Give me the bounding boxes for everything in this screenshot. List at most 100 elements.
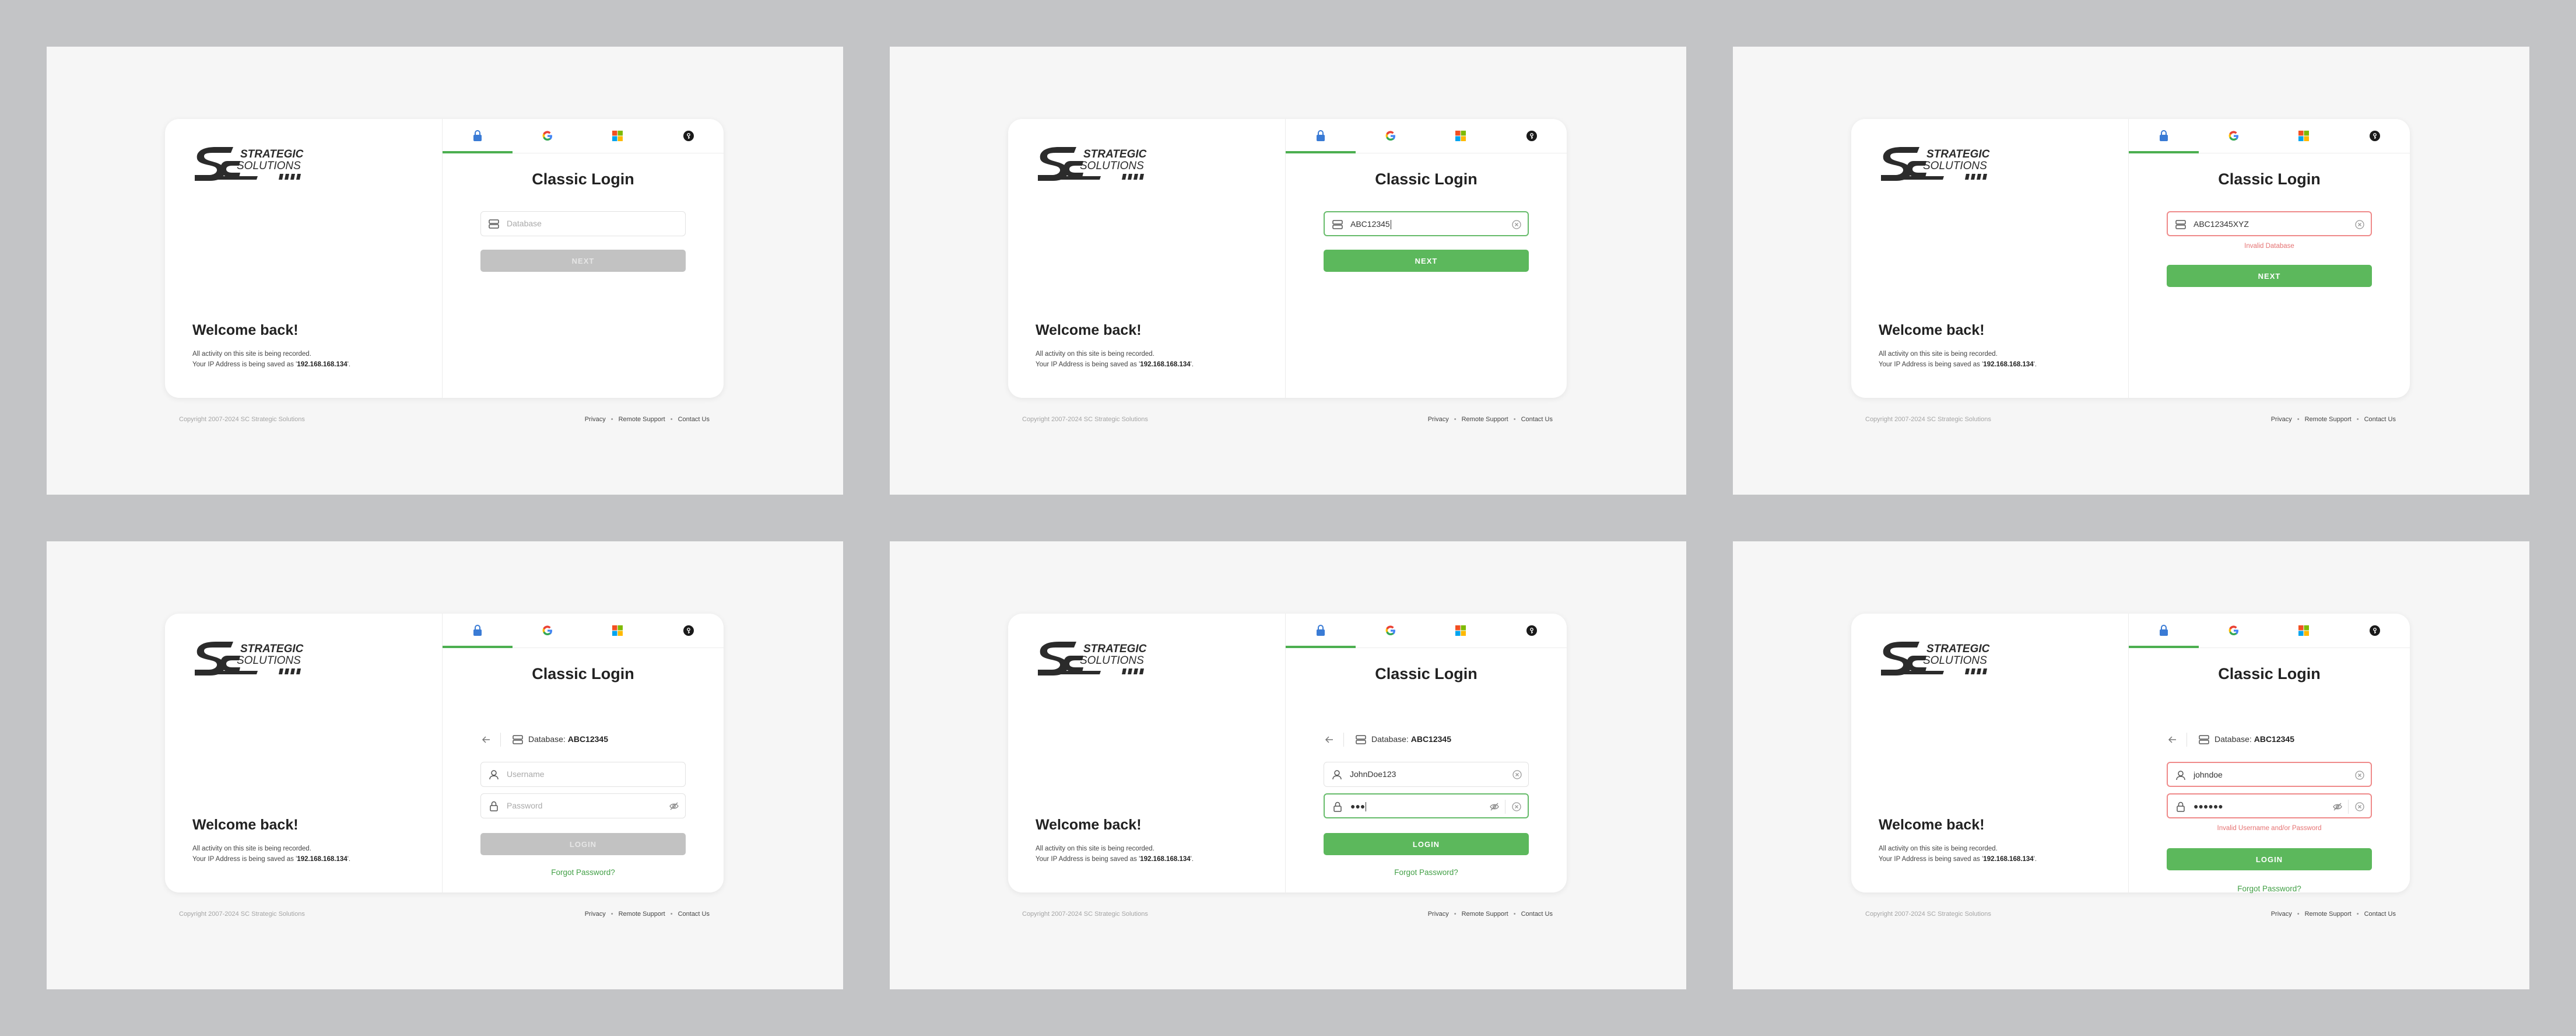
- tab-google-login[interactable]: [1356, 614, 1426, 648]
- tab-classic-login[interactable]: [1286, 614, 1356, 648]
- clear-icon[interactable]: [1511, 802, 1522, 812]
- user-icon: [1332, 770, 1342, 780]
- database-icon: [489, 219, 499, 229]
- form-title: Classic Login: [2218, 665, 2321, 682]
- tab-classic-login[interactable]: [1286, 119, 1356, 153]
- tab-classic-login[interactable]: [443, 614, 513, 648]
- tab-microsoft-login[interactable]: [2269, 119, 2339, 153]
- remote-support-link[interactable]: Remote Support: [1462, 911, 1508, 918]
- tab-sso-login[interactable]: [2340, 614, 2410, 648]
- tab-google-login[interactable]: [2199, 614, 2269, 648]
- tab-sso-login[interactable]: [2340, 119, 2410, 153]
- privacy-link[interactable]: Privacy: [2271, 911, 2292, 918]
- ip-notice: Your IP Address is being saved as '192.1…: [1879, 856, 2037, 863]
- tab-sso-login[interactable]: [654, 614, 724, 648]
- back-arrow-icon[interactable]: [480, 734, 492, 746]
- tab-microsoft-login[interactable]: [2269, 614, 2339, 648]
- user-icon: [489, 770, 499, 780]
- microsoft-icon: [1455, 131, 1466, 141]
- forgot-password-link[interactable]: Forgot Password?: [1286, 868, 1567, 877]
- eye-off-icon[interactable]: [2332, 802, 2343, 812]
- username-input[interactable]: johndoe: [2167, 762, 2372, 787]
- database-selection-row: Database: ABC12345: [480, 731, 686, 748]
- remote-support-link[interactable]: Remote Support: [619, 416, 665, 423]
- database-input[interactable]: ABC12345XYZ: [2167, 211, 2372, 236]
- database-input[interactable]: Database: [480, 211, 686, 236]
- privacy-link[interactable]: Privacy: [1428, 911, 1449, 918]
- svg-text:STRATEGIC: STRATEGIC: [240, 148, 304, 160]
- privacy-link[interactable]: Privacy: [585, 911, 606, 918]
- eye-off-icon[interactable]: [669, 801, 679, 811]
- eye-off-icon[interactable]: [1489, 802, 1500, 812]
- footer-links: Privacy • Remote Support • Contact Us: [2270, 416, 2396, 423]
- clear-icon[interactable]: [1511, 219, 1522, 230]
- contact-us-link[interactable]: Contact Us: [1521, 911, 1553, 918]
- tab-microsoft-login[interactable]: [1426, 614, 1496, 648]
- tab-microsoft-login[interactable]: [582, 614, 652, 648]
- contact-us-link[interactable]: Contact Us: [2364, 416, 2396, 423]
- tab-google-login[interactable]: [1356, 119, 1426, 153]
- remote-support-link[interactable]: Remote Support: [619, 911, 665, 918]
- tab-microsoft-login[interactable]: [582, 119, 652, 153]
- contact-us-link[interactable]: Contact Us: [678, 911, 710, 918]
- next-button[interactable]: NEXT: [1324, 250, 1529, 272]
- login-button[interactable]: LOGIN: [1324, 833, 1529, 855]
- contact-us-link[interactable]: Contact Us: [2364, 911, 2396, 918]
- svg-text:SOLUTIONS: SOLUTIONS: [1923, 160, 1987, 172]
- login-button[interactable]: LOGIN: [2167, 848, 2372, 870]
- privacy-link[interactable]: Privacy: [1428, 416, 1449, 423]
- tab-classic-login[interactable]: [2129, 614, 2199, 648]
- clear-icon[interactable]: [2354, 219, 2365, 230]
- svg-text:STRATEGIC: STRATEGIC: [240, 643, 304, 655]
- tab-sso-login[interactable]: [1497, 119, 1567, 153]
- username-input[interactable]: JohnDoe123: [1324, 762, 1529, 787]
- database-icon: [2175, 220, 2186, 229]
- copyright: Copyright 2007-2024 SC Strategic Solutio…: [179, 416, 305, 423]
- contact-us-link[interactable]: Contact Us: [1521, 416, 1553, 423]
- privacy-link[interactable]: Privacy: [2271, 416, 2292, 423]
- tab-google-login[interactable]: [2199, 119, 2269, 153]
- login-card: STRATEGIC SOLUTIONS Welcome back! All ac…: [1851, 119, 2410, 398]
- clear-icon[interactable]: [2354, 770, 2365, 780]
- forgot-password-link[interactable]: Forgot Password?: [2129, 884, 2410, 893]
- back-arrow-icon[interactable]: [2167, 734, 2178, 746]
- tab-classic-login[interactable]: [443, 119, 513, 153]
- login-form: Classic Login ABC12345 NEXT: [1286, 153, 1567, 398]
- remote-support-link[interactable]: Remote Support: [1462, 416, 1508, 423]
- contact-us-link[interactable]: Contact Us: [678, 416, 710, 423]
- clear-icon[interactable]: [2354, 802, 2365, 812]
- next-button[interactable]: NEXT: [480, 250, 686, 272]
- tab-classic-login[interactable]: [2129, 119, 2199, 153]
- tab-microsoft-login[interactable]: [1426, 119, 1496, 153]
- tab-google-login[interactable]: [513, 614, 582, 648]
- tab-sso-login[interactable]: [1497, 614, 1567, 648]
- microsoft-icon: [2298, 131, 2309, 141]
- strategic-solutions-logo: STRATEGIC SOLUTIONS: [195, 642, 304, 676]
- copyright: Copyright 2007-2024 SC Strategic Solutio…: [1022, 911, 1148, 918]
- tab-google-login[interactable]: [513, 119, 582, 153]
- next-button[interactable]: NEXT: [2167, 265, 2372, 287]
- remote-support-link[interactable]: Remote Support: [2305, 416, 2352, 423]
- ip-address: 192.168.168.134: [297, 856, 348, 863]
- tab-sso-login[interactable]: [654, 119, 724, 153]
- remote-support-link[interactable]: Remote Support: [2305, 911, 2352, 918]
- database-error: Invalid Database: [2244, 243, 2294, 250]
- login-form: Classic Login Database: ABC12345 johndoe…: [2129, 648, 2410, 893]
- database-input[interactable]: ABC12345: [1324, 211, 1529, 236]
- login-form: Classic Login ABC12345XYZ Invalid Databa…: [2129, 153, 2410, 398]
- google-icon: [1385, 625, 1395, 636]
- ip-address: 192.168.168.134: [1140, 361, 1191, 368]
- notice-line: All activity on this site is being recor…: [1879, 351, 1998, 358]
- database-value: ABC12345: [1350, 219, 1391, 230]
- login-button[interactable]: LOGIN: [480, 833, 686, 855]
- privacy-link[interactable]: Privacy: [585, 416, 606, 423]
- password-input[interactable]: ●●●: [1324, 793, 1529, 818]
- forgot-password-link[interactable]: Forgot Password?: [443, 868, 724, 877]
- password-input[interactable]: ●●●●●●: [2167, 793, 2372, 818]
- username-input[interactable]: Username: [480, 762, 686, 787]
- lock-icon: [1317, 625, 1325, 636]
- strategic-solutions-logo: STRATEGIC SOLUTIONS: [195, 147, 304, 181]
- clear-icon[interactable]: [1512, 769, 1522, 780]
- password-input[interactable]: Password: [480, 793, 686, 818]
- back-arrow-icon[interactable]: [1324, 734, 1335, 746]
